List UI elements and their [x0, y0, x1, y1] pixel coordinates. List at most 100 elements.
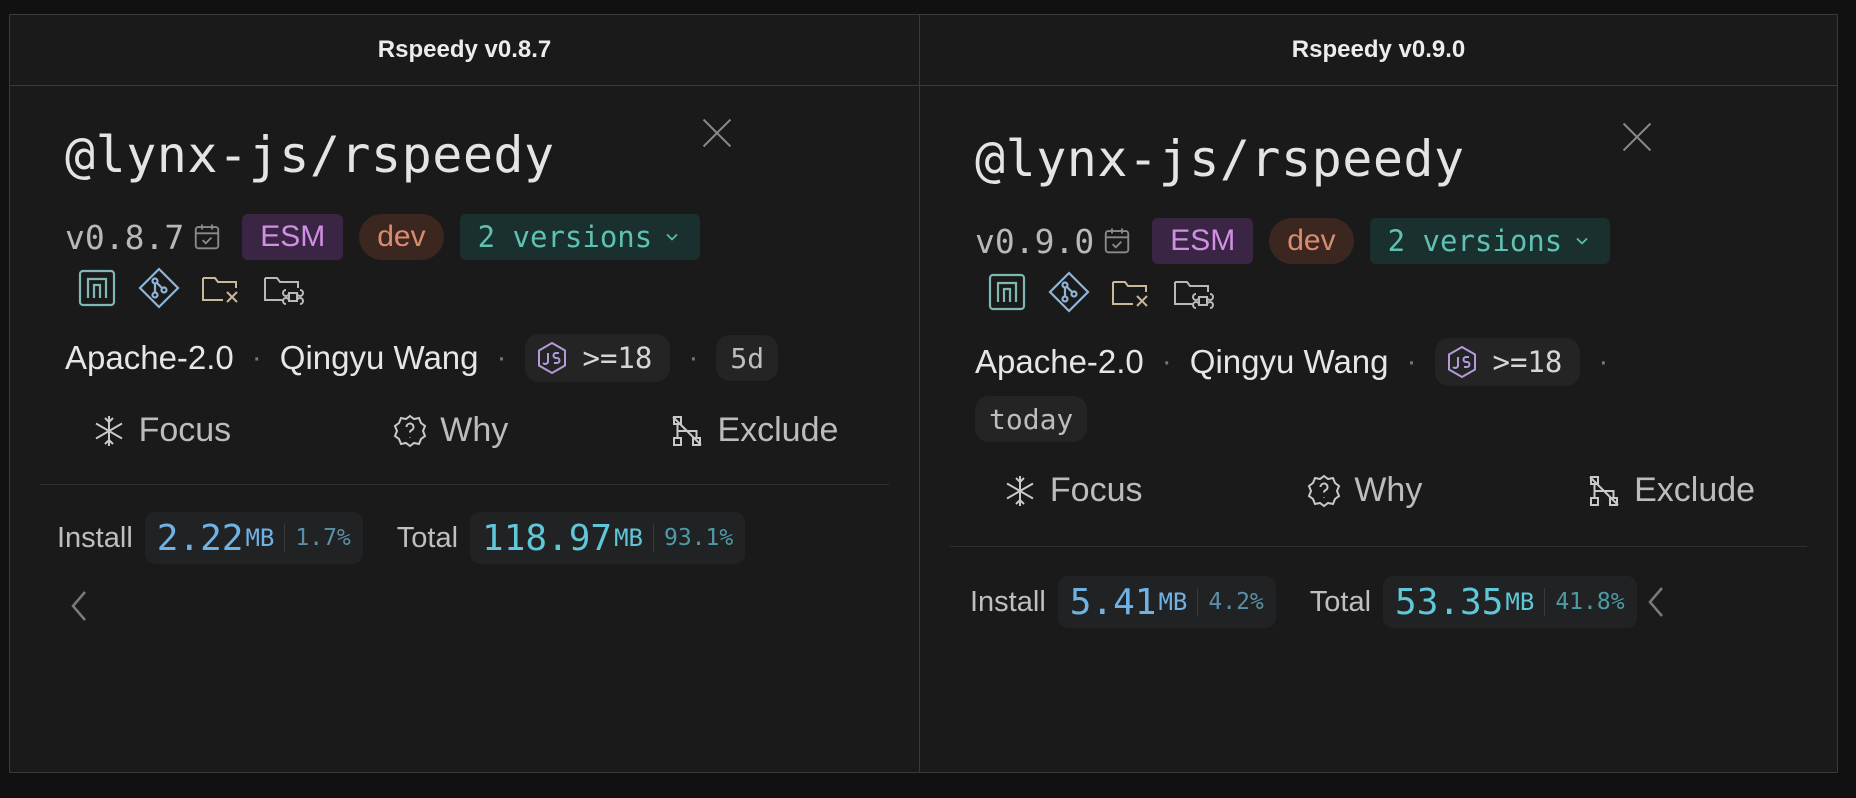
exclude-label: Exclude [1634, 471, 1756, 509]
node-requirement: >=18 [524, 334, 671, 382]
install-size: 2.22 MB 1.7% [144, 512, 363, 564]
action-bar: Focus Why Exclude [920, 471, 1837, 510]
folder-x-icon[interactable] [1109, 270, 1153, 314]
npm-icon[interactable] [75, 266, 119, 310]
exclude-tree-icon [672, 415, 703, 446]
focus-button[interactable]: Focus [91, 411, 232, 450]
total-value: 118.97 [482, 517, 613, 559]
package-name: @lynx-js/rspeedy [975, 130, 1465, 188]
install-percent: 1.7% [295, 525, 351, 551]
why-button[interactable]: Why [392, 411, 508, 450]
versions-label: 2 versions [477, 220, 653, 254]
why-label: Why [1354, 471, 1423, 509]
total-size: 118.97 MB 93.1% [470, 512, 746, 564]
esm-badge: ESM [242, 214, 344, 260]
meta-row: v0.9.0 ESM dev 2 versions [975, 218, 1611, 264]
snowflake-icon [1006, 475, 1034, 506]
node-version: >=18 [1492, 345, 1563, 379]
total-label: Total [1309, 585, 1372, 618]
chevron-left-icon[interactable] [65, 586, 95, 626]
divider [40, 484, 889, 485]
folder-command-icon[interactable] [1171, 270, 1215, 314]
npm-icon[interactable] [985, 270, 1029, 314]
version-label: v0.9.0 [975, 221, 1095, 261]
divider [950, 546, 1807, 547]
separator: · [251, 341, 262, 374]
separator: · [1161, 345, 1172, 378]
folder-x-icon[interactable] [199, 266, 243, 310]
focus-button[interactable]: Focus [1002, 471, 1143, 510]
separator: · [688, 341, 699, 374]
chevron-down-icon [666, 233, 678, 241]
info-row: Apache-2.0 · Qingyu Wang · >=18 · 5d [65, 334, 779, 382]
published-time: today [975, 396, 1088, 442]
versions-dropdown[interactable]: 2 versions [1369, 218, 1611, 264]
package-card: @lynx-js/rspeedy v0.8.7 ESM dev 2 versio… [10, 86, 919, 772]
nodejs-icon [1447, 345, 1476, 379]
total-size: 53.35 MB 41.8% [1383, 576, 1637, 628]
focus-label: Focus [138, 411, 232, 449]
focus-label: Focus [1049, 471, 1143, 509]
chevron-left-icon[interactable] [1642, 582, 1672, 622]
calendar-check-icon[interactable] [1102, 226, 1132, 256]
package-name: @lynx-js/rspeedy [65, 126, 555, 184]
help-badge-icon [1308, 474, 1341, 507]
versions-dropdown[interactable]: 2 versions [459, 214, 701, 260]
git-icon[interactable] [1047, 270, 1091, 314]
total-percent: 41.8% [1555, 589, 1625, 615]
install-label: Install [57, 521, 133, 554]
calendar-check-icon[interactable] [192, 222, 222, 252]
why-label: Why [440, 411, 509, 449]
total-percent: 93.1% [663, 525, 734, 551]
panel-header: Rspeedy v0.8.7 [10, 15, 919, 86]
author: Qingyu Wang [279, 339, 479, 376]
nodejs-icon [537, 341, 566, 375]
dev-badge: dev [1269, 218, 1354, 264]
license: Apache-2.0 [975, 343, 1144, 380]
chevron-down-icon [1576, 237, 1588, 245]
panel-header: Rspeedy v0.9.0 [920, 15, 1837, 86]
panel-left: Rspeedy v0.8.7 @lynx-js/rspeedy v0.8.7 E… [10, 15, 920, 772]
link-icons [985, 270, 1215, 314]
node-requirement: >=18 [1434, 338, 1581, 386]
close-icon[interactable] [700, 116, 734, 150]
exclude-button[interactable]: Exclude [1586, 471, 1755, 510]
exclude-tree-icon [1589, 475, 1619, 506]
total-unit: MB [1505, 588, 1546, 616]
exclude-label: Exclude [717, 411, 839, 449]
separator: · [496, 341, 507, 374]
separator: · [1406, 345, 1417, 378]
install-percent: 4.2% [1208, 589, 1264, 615]
license: Apache-2.0 [65, 339, 234, 376]
link-icons [75, 266, 305, 310]
close-icon[interactable] [1620, 120, 1654, 154]
dev-badge: dev [359, 214, 444, 260]
size-stats: Install 5.41 MB 4.2% Total 53.35 MB 41.8… [970, 576, 1659, 628]
author: Qingyu Wang [1189, 343, 1389, 380]
info-row: Apache-2.0 · Qingyu Wang · >=18 · [975, 338, 1608, 386]
package-card: @lynx-js/rspeedy v0.9.0 ESM dev 2 versio… [920, 86, 1837, 772]
install-value: 5.41 [1069, 581, 1157, 623]
separator: · [1598, 345, 1609, 378]
action-bar: Focus Why Exclude [10, 411, 919, 450]
folder-command-icon[interactable] [261, 266, 305, 310]
why-button[interactable]: Why [1306, 471, 1422, 510]
panel-right: Rspeedy v0.9.0 @lynx-js/rspeedy v0.9.0 E… [920, 15, 1837, 772]
help-badge-icon [394, 414, 427, 447]
total-unit: MB [614, 524, 654, 552]
version-label: v0.8.7 [65, 217, 185, 257]
install-unit: MB [245, 524, 286, 552]
install-unit: MB [1158, 588, 1199, 616]
total-value: 53.35 [1395, 581, 1504, 623]
total-label: Total [396, 521, 459, 554]
git-icon[interactable] [137, 266, 181, 310]
install-value: 2.22 [156, 517, 244, 559]
install-label: Install [970, 585, 1046, 618]
exclude-button[interactable]: Exclude [669, 411, 838, 450]
node-version: >=18 [582, 341, 653, 375]
meta-row: v0.8.7 ESM dev 2 versions [65, 214, 701, 260]
snowflake-icon [95, 415, 123, 446]
published-time: 5d [716, 335, 779, 381]
install-size: 5.41 MB 4.2% [1057, 576, 1276, 628]
size-stats: Install 2.22 MB 1.7% Total 118.97 MB 93.… [57, 512, 767, 564]
